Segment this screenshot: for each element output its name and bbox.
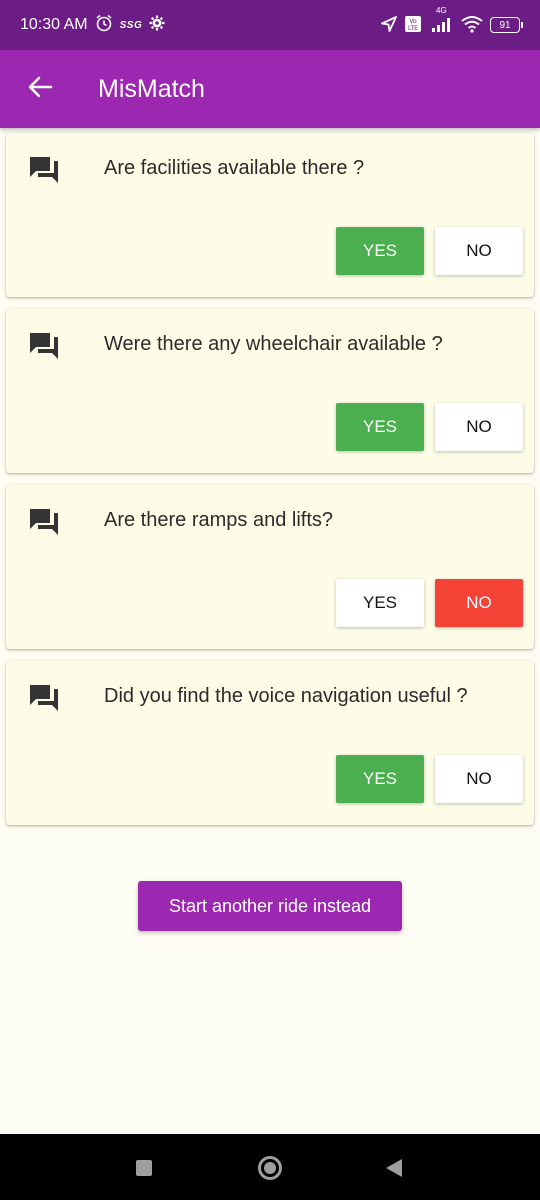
no-button[interactable]: NO <box>435 403 523 451</box>
location-arrow-icon <box>380 15 398 36</box>
carrier-badge: SSG <box>119 19 143 31</box>
app-bar: MisMatch <box>0 50 540 128</box>
question-card: Were there any wheelchair available ? YE… <box>6 309 534 473</box>
no-button[interactable]: NO <box>435 755 523 803</box>
status-left: 10:30 AM SSG <box>20 14 165 37</box>
arrow-back-icon <box>27 74 53 105</box>
question-text: Did you find the voice navigation useful… <box>104 685 468 707</box>
question-card: Are facilities available there ? YES NO <box>6 133 534 297</box>
wifi-icon <box>460 15 484 36</box>
no-button[interactable]: NO <box>435 579 523 627</box>
volte-icon: Vo LTE <box>404 15 422 36</box>
question-card: Are there ramps and lifts? YES NO <box>6 485 534 649</box>
yes-button[interactable]: YES <box>336 755 424 803</box>
app-title: MisMatch <box>98 74 205 103</box>
alarm-icon <box>95 14 113 37</box>
question-text: Were there any wheelchair available ? <box>104 333 443 355</box>
battery-icon: 91 <box>490 17 523 33</box>
start-another-ride-button[interactable]: Start another ride instead <box>138 881 402 931</box>
question-text: Are facilities available there ? <box>104 157 365 179</box>
status-bar: 10:30 AM SSG Vo LTE 4G 91 <box>0 0 540 50</box>
system-nav-bar <box>0 1134 540 1200</box>
status-time: 10:30 AM <box>20 16 88 33</box>
network-type: 4G <box>436 6 447 15</box>
svg-text:LTE: LTE <box>408 25 418 32</box>
chat-bubble-icon <box>28 155 60 183</box>
no-button[interactable]: NO <box>435 227 523 275</box>
yes-button[interactable]: YES <box>336 227 424 275</box>
settings-gear-icon <box>149 15 165 36</box>
yes-button[interactable]: YES <box>336 579 424 627</box>
status-right: Vo LTE 4G 91 <box>380 6 523 36</box>
back-button[interactable] <box>0 50 80 128</box>
chat-bubble-icon <box>28 507 60 535</box>
signal-icon: 4G <box>428 6 454 34</box>
question-text: Are there ramps and lifts? <box>104 509 333 531</box>
yes-button[interactable]: YES <box>336 403 424 451</box>
chat-bubble-icon <box>28 331 60 359</box>
back-triangle-icon[interactable] <box>386 1159 402 1177</box>
question-card: Did you find the voice navigation useful… <box>6 661 534 825</box>
home-circle-icon[interactable] <box>258 1156 282 1180</box>
svg-text:Vo: Vo <box>409 18 417 25</box>
battery-level: 91 <box>499 19 511 31</box>
recents-square-icon[interactable] <box>136 1160 152 1176</box>
chat-bubble-icon <box>28 683 60 711</box>
